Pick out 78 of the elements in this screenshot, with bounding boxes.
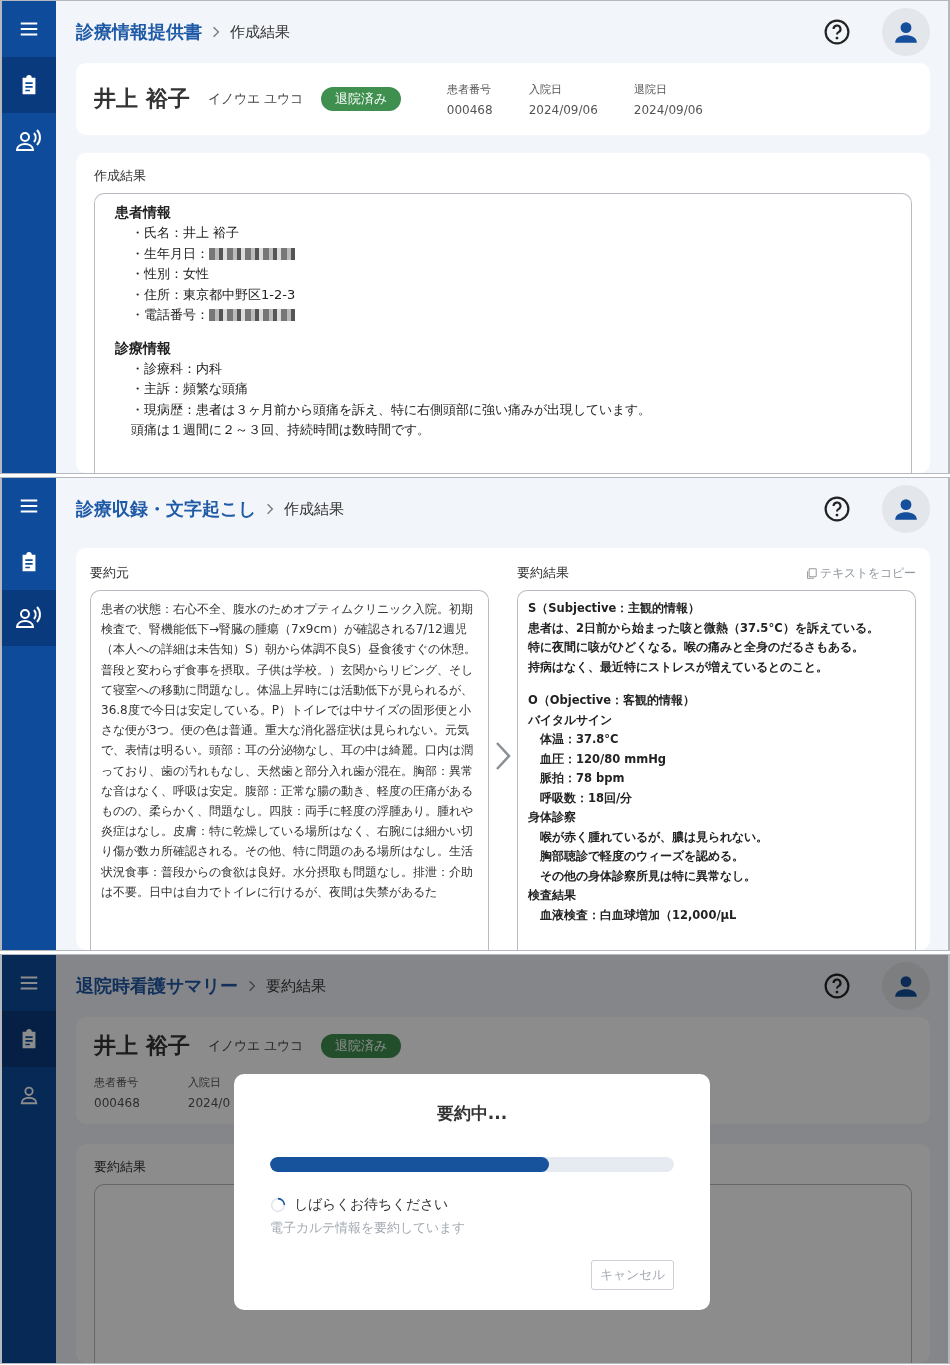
speaking-person-icon [16,129,42,153]
avatar-button[interactable] [882,8,930,56]
chevron-right-icon [248,980,256,992]
person-icon [893,496,919,522]
section-label: 作成結果 [94,167,147,185]
status-message: 電子カルテ情報を要約しています [270,1220,466,1237]
source-text: 患者の状態：右心不全、腹水のためオプティムクリニック入院。初期検査で、腎機能低下→腎臓の腫瘍（7x9cm）が確認される7/12週児（本人への詳細は未告知）S）朝から体調不良S）昼食後すぐの休憩。普段と変わらず食事を摂取。子供は学校。）玄関からリビング、そして寝室への移動に問題なし。体温上昇時には活動低下が見られるが、36.8度で今日は安定している。P）トイレでは中サイズの固形便と小さな便が3つ。便の色は普通。重大な消化器症状は見られない。元気で、表情は明るい。頭部：耳の分泌物なし、耳の中は綺麗。口内は潤っており、歯の汚れもなし、天然歯と部分入れ歯が混在。胸部：異常な音はなく、呼吸は安定。腹部：正常な腸の動き、軽度の圧痛があるものの、柔らかく、問題なし。四肢：両手に軽度の浮腫あり。腫れや炎症はなし。皮膚：特に乾燥している場所はなく、右腕には細かい切り傷が数カ所確認される。その他、特に問題のある場所はなし。生活状況食事：普段からの食欲は良好。水分摂取も問題なし。排泄：介助は不要。日中は自力でトイレに行けるが、夜間は失禁があるた [101,601,478,901]
person-icon [893,19,919,45]
summary-line: 血圧：120/80 mmHg [539,750,668,768]
dialog-title: 要約中... [435,1102,509,1125]
summary-line: 持病はなく、最近特にストレスが増えているとのこと。 [528,658,829,676]
info-line: ・氏名：井上 裕子 [131,224,240,242]
summary-line: バイタルサイン [528,711,613,729]
breadcrumb-current: 作成結果 [230,22,290,42]
voice-nav-item[interactable] [2,590,56,646]
status-badge: 退院済み [320,1034,401,1058]
breadcrumb-current: 作成結果 [284,499,344,519]
field-label: 患者番号 [94,1075,139,1090]
summary-line: 喉が赤く腫れているが、膿は見られない。 [539,828,769,846]
section-heading: 診療情報 [115,338,172,358]
breadcrumb-link[interactable]: 退院時看護サマリー [76,974,238,998]
field-value: 000468 [446,102,493,117]
status-text: しばらくお待ちください [294,1196,448,1214]
speaking-person-icon [16,606,42,630]
person-icon [893,973,919,999]
info-line: ・生年月日： [131,244,209,263]
summary-line: 体温：37.8°C [539,731,620,748]
patient-kana: イノウエ ユウコ [207,90,303,108]
avatar-button[interactable] [882,962,930,1010]
chevron-right-icon [212,26,220,38]
summary-line: 胸部聴診で軽度のウィーズを認める。 [539,848,745,865]
field-label: 入院日 [187,1075,222,1090]
field-label: 入院日 [528,81,563,97]
field-value: 2024/09/06 [633,102,703,117]
field-value: 000468 [94,1096,140,1110]
summary-line: 検査結果 [528,887,577,904]
patient-kana: イノウエ ユウコ [207,1037,303,1055]
field-label: 退院日 [633,81,668,97]
breadcrumb-link[interactable]: 診療情報提供書 [76,20,202,44]
patient-name: 井上 裕子 [94,1032,190,1060]
summary-line: 身体診察 [528,809,577,826]
section-heading: S（Subjective：主観的情報） [528,600,702,617]
section-label: 要約結果 [517,564,569,582]
clipboard-nav-item[interactable] [2,1011,56,1067]
summary-line: 血液検査：白血球増加（12,000/μL [539,906,738,924]
summary-line: その他の身体診察所見は特に異常なし。 [539,867,757,885]
patient-name: 井上 裕子 [94,85,190,113]
section-label: 要約元 [90,564,129,582]
summary-line: 患者は、2日前から始まった咳と微熱（37.5°C）を訴えている。 [528,619,880,637]
section-label: 要約結果 [94,1158,147,1176]
help-icon[interactable] [824,496,850,522]
section-heading: O（Objective：客観的情報） [528,692,697,709]
avatar-button[interactable] [882,485,930,533]
help-icon[interactable] [824,19,850,45]
copy-icon [806,567,817,579]
chevron-right-icon [266,503,274,515]
section-heading: 患者情報 [115,203,172,222]
info-line: ・主訴：頻繁な頭痛 [131,380,248,398]
chevron-right-icon [495,741,511,771]
info-line: ・性別：女性 [131,265,209,283]
info-line: ・現病歴：患者は３ヶ月前から頭痛を訴え、特に右側頭部に強い痛みが出現しています。 [131,400,651,419]
clipboard-nav-item[interactable] [2,57,56,113]
info-line: ・診療科：内科 [131,359,222,378]
info-line: ・住所：東京都中野区1-2-3 [131,285,296,304]
breadcrumb-current: 要約結果 [266,976,326,996]
summary-line: 呼吸数：18回/分 [539,789,634,807]
info-line: ・電話番号： [131,306,209,324]
copy-text-button[interactable]: テキストをコピー [806,564,916,582]
spinner-icon [270,1197,286,1213]
field-value: 2024/09/06 [528,102,598,117]
summary-line: 特に夜間に咳がひどくなる。喉の痛みと全身のだるさもある。 [528,639,865,656]
field-value: 2024/0 [187,1096,231,1110]
summary-line: 脈拍：78 bpm [539,770,626,787]
person-icon [18,1084,40,1106]
field-label: 患者番号 [446,81,492,97]
breadcrumb-link[interactable]: 診療収録・文字起こし [76,497,256,521]
status-badge: 退院済み [320,87,401,111]
info-line: 頭痛は１週間に２～３回、持続時間は数時間です。 [131,421,430,439]
